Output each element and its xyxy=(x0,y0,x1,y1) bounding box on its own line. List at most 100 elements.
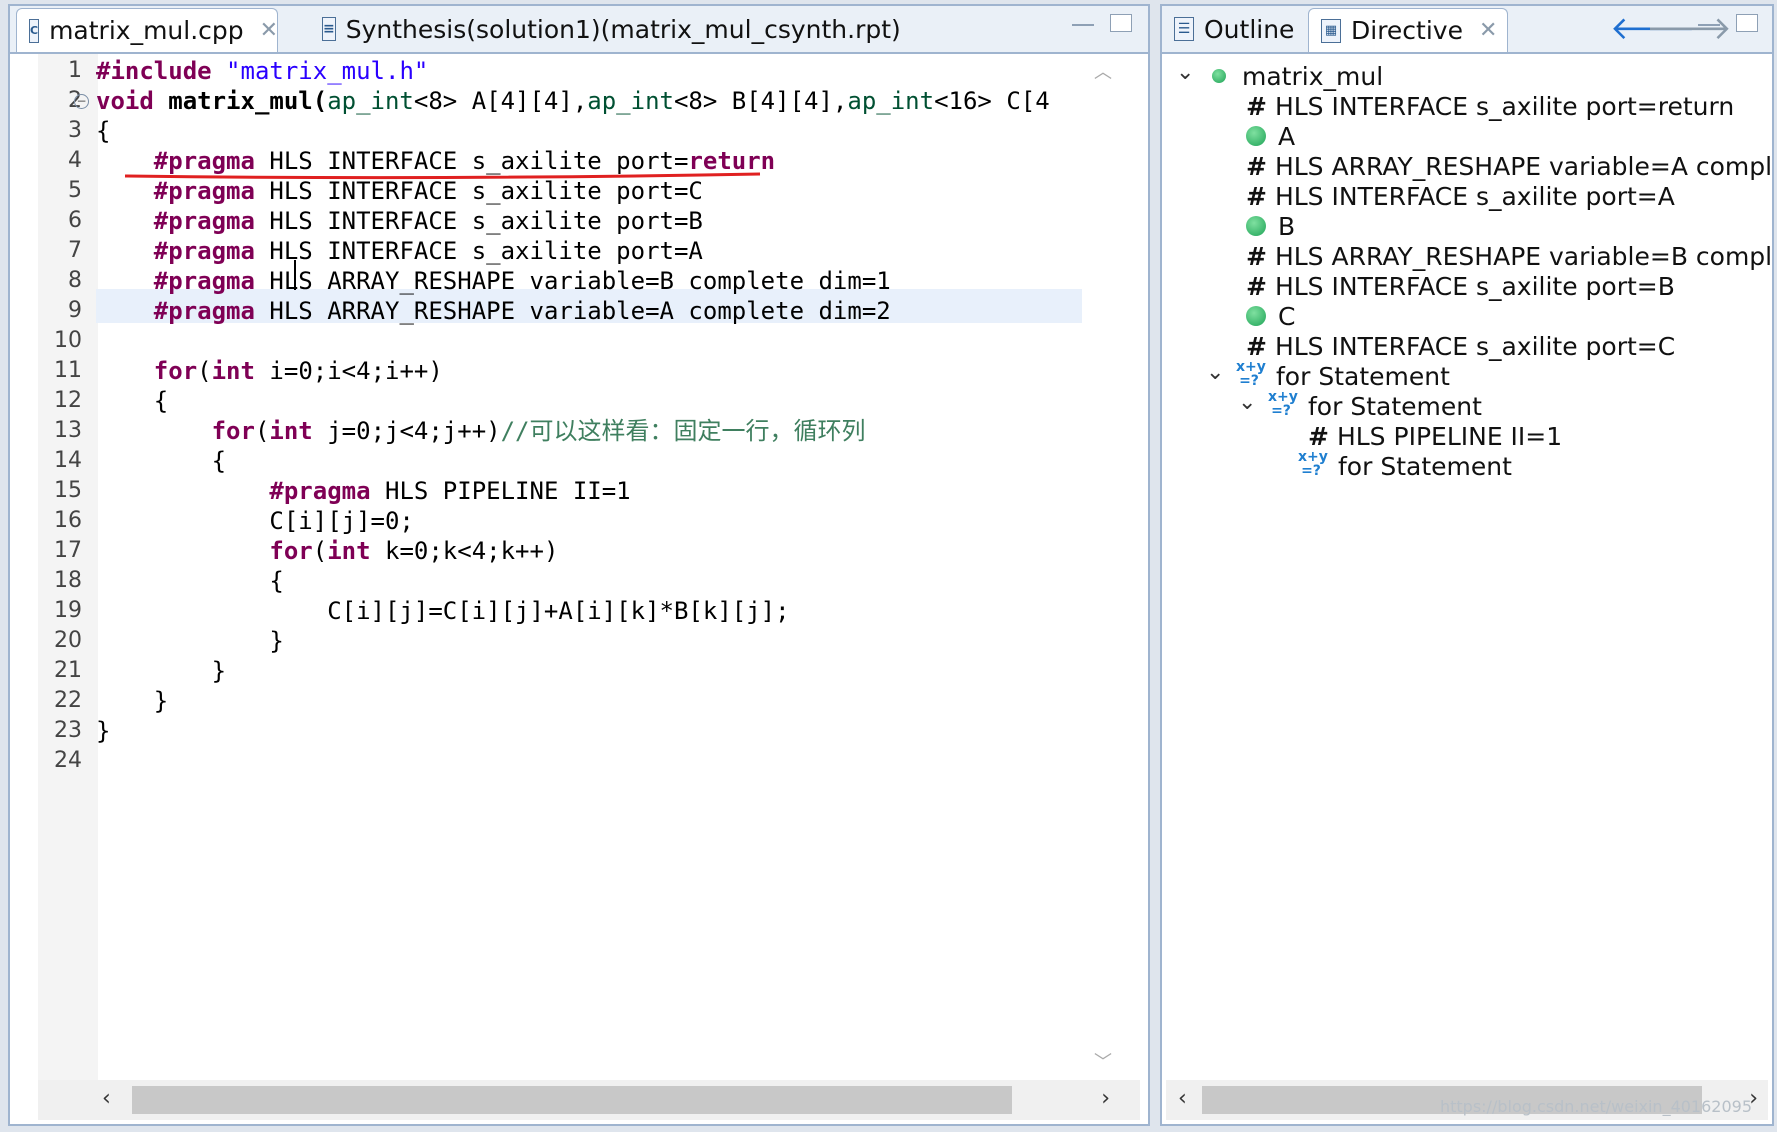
variable-icon xyxy=(1246,306,1266,326)
forward-arrow-icon[interactable]: 🡒 xyxy=(1646,8,1732,47)
tree-label: matrix_mul xyxy=(1242,62,1384,91)
line-number: 7 xyxy=(68,238,82,263)
scroll-right-arrow[interactable]: › xyxy=(1101,1086,1110,1111)
tab-label: Directive xyxy=(1351,16,1463,45)
tree-label: HLS INTERFACE s_axilite port=return xyxy=(1274,92,1735,121)
tree-node-loop[interactable]: x+y =? for Statement xyxy=(1268,390,1482,424)
scroll-up-arrow[interactable]: ︿ xyxy=(1094,58,1112,84)
outline-icon: ☰ xyxy=(1174,17,1194,41)
line-number: 9 xyxy=(68,298,82,323)
hash-icon: # xyxy=(1246,242,1267,271)
text-caret xyxy=(294,260,296,290)
report-file-icon: ≡ xyxy=(322,17,336,41)
tab-matrix-mul-cpp[interactable]: C matrix_mul.cpp ✕ xyxy=(16,8,278,52)
tree-node-directive[interactable]: # HLS INTERFACE s_axilite port=return xyxy=(1246,90,1734,124)
tree-node-variable[interactable]: B xyxy=(1246,210,1295,244)
loop-icon: x+y =? xyxy=(1268,389,1298,419)
line-number: 5 xyxy=(68,178,82,203)
tree-node-directive[interactable]: #HLS ARRAY_RESHAPE variable=B complete d… xyxy=(1246,240,1772,274)
minimize-button[interactable] xyxy=(1072,22,1094,26)
tree-node-variable[interactable]: A xyxy=(1246,120,1295,154)
line-number: 23 xyxy=(54,718,82,743)
line-number: 21 xyxy=(54,658,82,683)
tree-label: for Statement xyxy=(1308,392,1482,421)
line-number: 11 xyxy=(54,358,82,383)
tab-synthesis-report[interactable]: ≡ Synthesis(solution1)(matrix_mul_csynth… xyxy=(310,8,901,50)
line-number: 12 xyxy=(54,388,82,413)
cpp-file-icon: C xyxy=(29,18,40,43)
line-number: 16 xyxy=(54,508,82,533)
tree-node-function[interactable]: matrix_mul xyxy=(1212,60,1383,94)
line-number: 22 xyxy=(54,688,82,713)
hash-icon: # xyxy=(1246,152,1267,181)
tree-label: HLS PIPELINE II=1 xyxy=(1336,422,1563,451)
tree-node-loop[interactable]: x+y =? for Statement xyxy=(1298,450,1512,484)
chevron-down-icon[interactable]: ⌄ xyxy=(1206,360,1224,385)
tree-label: for Statement xyxy=(1276,362,1450,391)
editor-horizontal-scrollbar[interactable]: ‹ › xyxy=(38,1080,1140,1120)
directive-tree: ⌄ matrix_mul # HLS INTERFACE s_axilite po… xyxy=(1162,54,1772,1076)
line-number: 4 xyxy=(68,148,82,173)
line-number: 15 xyxy=(54,478,82,503)
line-number: 24 xyxy=(54,748,82,773)
tree-node-directive[interactable]: # HLS PIPELINE II=1 xyxy=(1308,420,1562,454)
tree-node-directive[interactable]: # HLS INTERFACE s_axilite port=A xyxy=(1246,180,1675,214)
hash-icon: # xyxy=(1246,92,1267,121)
line-number: 18 xyxy=(54,568,82,593)
function-icon xyxy=(1212,69,1226,83)
minimize-button[interactable] xyxy=(1698,22,1720,26)
directive-pane: ☰ Outline ▦ Directive ✕ 🡐 🡒 ⌄ matrix_mul… xyxy=(1160,4,1774,1126)
tree-label: HLS INTERFACE s_axilite port=A xyxy=(1274,182,1675,211)
close-icon[interactable]: ✕ xyxy=(260,18,278,43)
hash-icon: # xyxy=(1246,182,1267,211)
tree-label: for Statement xyxy=(1338,452,1512,481)
line-number: 13 xyxy=(54,418,82,443)
red-underline-annotation xyxy=(124,172,761,180)
editor-pane: C matrix_mul.cpp ✕ ≡ Synthesis(solution1… xyxy=(8,4,1150,1126)
line-number: 8 xyxy=(68,268,82,293)
chevron-down-icon[interactable]: ⌄ xyxy=(1176,60,1194,85)
directive-tab-bar: ☰ Outline ▦ Directive ✕ 🡐 🡒 xyxy=(1162,6,1772,54)
tree-label: HLS INTERFACE s_axilite port=B xyxy=(1274,272,1675,301)
tree-label: B xyxy=(1278,212,1296,241)
loop-icon: x+y =? xyxy=(1236,359,1266,389)
line-number: 10 xyxy=(54,328,82,353)
tree-label: HLS ARRAY_RESHAPE variable=A complete di… xyxy=(1274,152,1772,181)
maximize-button[interactable] xyxy=(1736,14,1758,32)
variable-icon xyxy=(1246,126,1266,146)
line-number: 6 xyxy=(68,208,82,233)
line-number: 3 xyxy=(68,118,82,143)
maximize-button[interactable] xyxy=(1110,14,1132,32)
watermark: https://blog.csdn.net/weixin_40162095 xyxy=(1439,1097,1752,1116)
tree-node-directive[interactable]: # HLS INTERFACE s_axilite port=B xyxy=(1246,270,1675,304)
hash-icon: # xyxy=(1308,422,1329,451)
fold-minus-icon[interactable]: − xyxy=(74,94,89,109)
line-number: 19 xyxy=(54,598,82,623)
line-number: 17 xyxy=(54,538,82,563)
hash-icon: # xyxy=(1246,272,1267,301)
editor-tab-bar: C matrix_mul.cpp ✕ ≡ Synthesis(solution1… xyxy=(10,6,1148,54)
scroll-left-arrow[interactable]: ‹ xyxy=(102,1086,111,1111)
tree-label: A xyxy=(1278,122,1296,151)
line-number: 1 xyxy=(68,58,82,83)
scroll-left-arrow[interactable]: ‹ xyxy=(1178,1086,1187,1111)
close-icon[interactable]: ✕ xyxy=(1479,18,1497,43)
tree-label: HLS INTERFACE s_axilite port=C xyxy=(1274,332,1676,361)
tab-directive[interactable]: ▦ Directive ✕ xyxy=(1308,8,1508,52)
line-number: 14 xyxy=(54,448,82,473)
directive-icon: ▦ xyxy=(1321,18,1341,43)
chevron-down-icon[interactable]: ⌄ xyxy=(1238,390,1256,415)
loop-icon: x+y =? xyxy=(1298,449,1328,479)
tree-label: HLS ARRAY_RESHAPE variable=B complete di… xyxy=(1274,242,1772,271)
scroll-down-arrow[interactable]: ﹀ xyxy=(1094,1048,1112,1074)
tree-node-directive[interactable]: #HLS ARRAY_RESHAPE variable=A complete d… xyxy=(1246,150,1772,184)
tab-label: matrix_mul.cpp xyxy=(49,16,244,45)
scrollbar-thumb[interactable] xyxy=(132,1086,1012,1114)
variable-icon xyxy=(1246,216,1266,236)
hash-icon: # xyxy=(1246,332,1267,361)
tree-node-variable[interactable]: C xyxy=(1246,300,1295,334)
tab-label: Synthesis(solution1)(matrix_mul_csynth.r… xyxy=(345,14,901,44)
tab-outline[interactable]: ☰ Outline xyxy=(1162,8,1304,50)
tab-label: Outline xyxy=(1204,14,1295,44)
tree-node-directive[interactable]: # HLS INTERFACE s_axilite port=C xyxy=(1246,330,1675,364)
